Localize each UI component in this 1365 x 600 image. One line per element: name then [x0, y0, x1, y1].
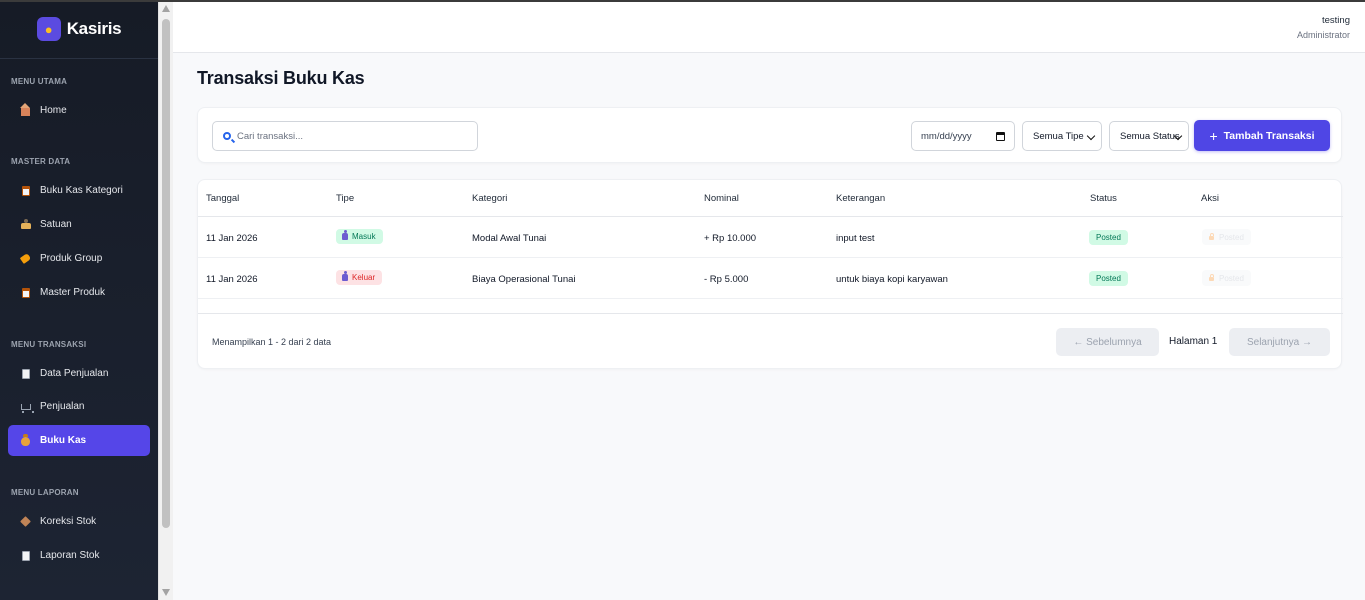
action-label: Posted: [1219, 273, 1244, 283]
top-header: testing Administrator: [173, 2, 1365, 53]
column-header-keterangan[interactable]: Keterangan: [836, 193, 885, 204]
status-select[interactable]: Semua Status: [1109, 121, 1189, 151]
plus-icon: +: [1209, 127, 1218, 144]
current-page-label: Halaman 1: [1169, 336, 1218, 347]
sidebar-item-label: Data Penjualan: [40, 368, 109, 379]
column-header-status[interactable]: Status: [1090, 193, 1117, 204]
action-posted-button[interactable]: Posted: [1202, 229, 1251, 245]
sidebar-item-master-produk[interactable]: Master Produk: [8, 277, 150, 308]
app-name: Kasiris: [66, 19, 122, 38]
column-header-aksi: Aksi: [1201, 193, 1219, 204]
sidebar-item-satuan[interactable]: Satuan: [8, 209, 150, 240]
home-icon: [20, 102, 31, 116]
sidebar: ● Kasiris MENU UTAMA Home MASTER DATA Bu…: [0, 0, 158, 600]
clipboard-icon: [20, 287, 31, 298]
section-title-menu-laporan: MENU LAPORAN: [11, 488, 79, 497]
previous-page-button[interactable]: ← Sebelumnya: [1056, 328, 1159, 356]
clipboard-icon: [20, 185, 31, 196]
cell-nominal: - Rp 5.000: [704, 274, 749, 285]
section-title-menu-utama: MENU UTAMA: [11, 77, 68, 86]
money-bag-icon: [342, 271, 348, 281]
date-filter[interactable]: mm/dd/yyyy: [911, 121, 1015, 151]
type-badge-keluar: Keluar: [336, 270, 383, 285]
cell-keterangan: input test: [836, 233, 875, 244]
calendar-icon[interactable]: [996, 131, 1005, 141]
sidebar-item-label: Koreksi Stok: [40, 516, 97, 527]
add-transaction-label: Tambah Transaksi: [1223, 129, 1315, 142]
document-icon: [20, 550, 31, 561]
money-bag-icon: [342, 230, 348, 240]
type-select-value: Semua Tipe: [1033, 130, 1084, 142]
lock-icon: [1209, 274, 1214, 281]
sidebar-scrollbar[interactable]: [158, 0, 173, 600]
action-label: Posted: [1219, 232, 1244, 242]
cell-tanggal: 11 Jan 2026: [206, 233, 258, 244]
cell-kategori: Modal Awal Tunai: [472, 233, 547, 244]
sidebar-item-label: Satuan: [40, 219, 72, 230]
sidebar-item-koreksi-stok[interactable]: Koreksi Stok: [8, 506, 150, 537]
sidebar-item-laporan-stok[interactable]: Laporan Stok: [8, 540, 150, 571]
type-badge-masuk: Masuk: [336, 229, 383, 244]
column-header-tanggal[interactable]: Tanggal: [206, 193, 239, 204]
sidebar-item-penjualan[interactable]: Penjualan: [8, 391, 150, 422]
cart-icon: [20, 401, 34, 413]
sidebar-item-label: Home: [40, 105, 67, 116]
column-header-tipe[interactable]: Tipe: [336, 193, 354, 204]
tag-icon: [19, 253, 32, 264]
sidebar-item-label: Penjualan: [40, 401, 85, 412]
table-row[interactable]: 11 Jan 2026 Masuk Modal Awal Tunai + Rp …: [198, 217, 1343, 258]
chevron-down-icon: [1086, 131, 1096, 141]
sidebar-item-label: Laporan Stok: [40, 550, 100, 561]
cell-keterangan: untuk biaya kopi karyawan: [836, 274, 948, 285]
box-icon: [20, 516, 31, 527]
transactions-table: Tanggal Tipe Kategori Nominal Keterangan…: [197, 179, 1343, 369]
cell-nominal: + Rp 10.000: [704, 233, 757, 244]
money-bag-icon: ●: [36, 17, 61, 41]
section-title-menu-transaksi: MENU TRANSAKSI: [11, 340, 87, 349]
sidebar-item-home[interactable]: Home: [8, 95, 150, 126]
status-badge: Posted: [1089, 230, 1128, 245]
user-role: Administrator: [1296, 30, 1350, 40]
user-name[interactable]: testing: [1322, 15, 1350, 26]
status-badge: Posted: [1089, 271, 1128, 286]
action-posted-button[interactable]: Posted: [1202, 270, 1251, 286]
search-icon: [223, 132, 231, 140]
sidebar-item-data-penjualan[interactable]: Data Penjualan: [8, 358, 150, 389]
cell-kategori: Biaya Operasional Tunai: [472, 274, 576, 285]
window-top-border: [0, 0, 1365, 2]
footer-divider: [198, 313, 1343, 314]
sidebar-item-label: Buku Kas: [40, 435, 87, 446]
date-filter-value: mm/dd/yyyy: [921, 130, 972, 142]
pagination-info: Menampilkan 1 - 2 dari 2 data: [212, 337, 332, 347]
page-title: Transaksi Buku Kas: [197, 68, 365, 88]
type-badge-label: Masuk: [352, 232, 376, 241]
scroll-up-arrow-icon[interactable]: [162, 5, 170, 12]
section-title-master-data: MASTER DATA: [11, 157, 71, 166]
sidebar-item-produk-group[interactable]: Produk Group: [8, 243, 150, 274]
brand[interactable]: ● Kasiris: [0, 0, 158, 59]
filter-bar: mm/dd/yyyy Semua Tipe Semua Status + Tam…: [197, 107, 1342, 163]
money-bag-icon: [20, 434, 31, 446]
sidebar-item-label: Master Produk: [40, 287, 106, 298]
table-row[interactable]: 11 Jan 2026 Keluar Biaya Operasional Tun…: [198, 258, 1343, 299]
search-box[interactable]: [212, 121, 478, 151]
sidebar-item-buku-kas-kategori[interactable]: Buku Kas Kategori: [8, 175, 150, 206]
type-select[interactable]: Semua Tipe: [1022, 121, 1102, 151]
document-icon: [20, 368, 31, 379]
column-header-nominal[interactable]: Nominal: [704, 193, 739, 204]
column-header-kategori[interactable]: Kategori: [472, 193, 507, 204]
status-select-value: Semua Status: [1120, 130, 1180, 142]
add-transaction-button[interactable]: + Tambah Transaksi: [1194, 120, 1330, 151]
scrollbar-thumb[interactable]: [162, 19, 170, 528]
scale-icon: [20, 219, 31, 230]
search-input[interactable]: [237, 130, 457, 142]
scroll-down-arrow-icon[interactable]: [162, 589, 170, 596]
cell-tanggal: 11 Jan 2026: [206, 274, 258, 285]
sidebar-item-label: Buku Kas Kategori: [40, 185, 123, 196]
next-page-button[interactable]: Selanjutnya →: [1229, 328, 1330, 356]
sidebar-item-label: Produk Group: [40, 253, 103, 264]
lock-icon: [1209, 233, 1214, 240]
type-badge-label: Keluar: [352, 273, 376, 282]
sidebar-item-buku-kas[interactable]: Buku Kas: [8, 425, 150, 456]
